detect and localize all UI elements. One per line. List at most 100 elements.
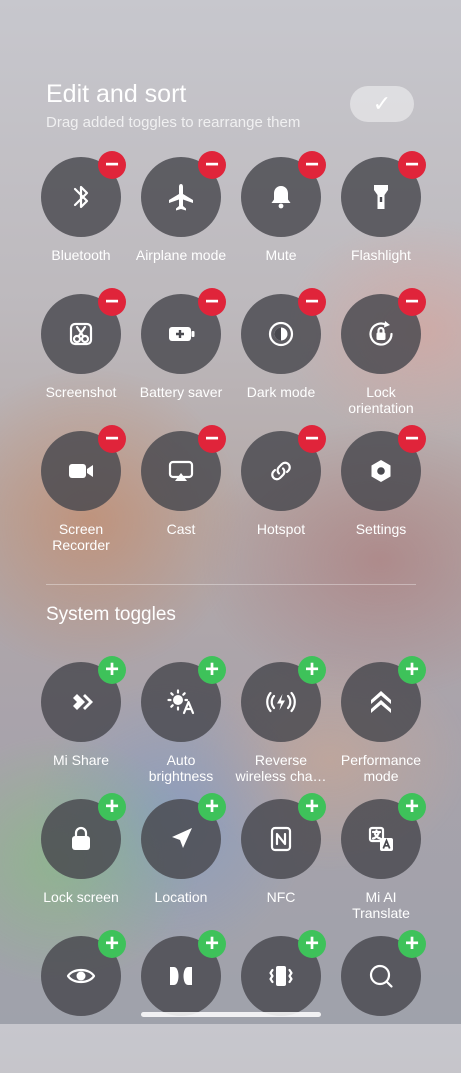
- toggle-tile[interactable]: + NFC: [231, 793, 331, 936]
- remove-toggle-button[interactable]: −: [398, 288, 426, 316]
- toggle-label: Hotspot: [256, 521, 306, 537]
- add-toggle-button[interactable]: +: [198, 930, 226, 958]
- toggle-label: Bluetooth: [51, 247, 111, 263]
- remove-toggle-button[interactable]: −: [398, 151, 426, 179]
- toggle-tile[interactable]: − Cast: [131, 425, 231, 568]
- toggle-label: Mute: [265, 247, 297, 263]
- scissors-icon: [69, 322, 93, 346]
- toggle-label: Mi Share: [52, 752, 110, 768]
- eye-icon: [66, 968, 96, 984]
- battery-icon: [169, 327, 195, 341]
- system-toggles-title: System toggles: [46, 604, 176, 625]
- flashlight-icon: [374, 185, 388, 209]
- toggle-tile[interactable]: − Settings: [331, 425, 431, 568]
- page-subtitle: Drag added toggles to rearrange them: [46, 114, 301, 131]
- toggle-label: Screenshot: [45, 384, 117, 400]
- toggle-label: Lock screen: [43, 889, 119, 905]
- toggle-label: Performance mode: [340, 752, 422, 784]
- translate-icon: [368, 826, 393, 851]
- toggle-label: Airplane mode: [135, 247, 227, 263]
- toggle-tile[interactable]: +: [331, 930, 431, 1073]
- toggle-tile[interactable]: − Bluetooth: [31, 151, 131, 294]
- cast-icon: [168, 460, 194, 481]
- bell-icon: [271, 186, 291, 209]
- toggle-label: Mi AI Translate: [352, 889, 410, 921]
- toggle-tile[interactable]: +: [231, 930, 331, 1073]
- wireless-charge-icon: [266, 691, 296, 713]
- toggle-tile[interactable]: + Auto brightness: [131, 656, 231, 799]
- check-icon: ✓: [372, 91, 392, 116]
- add-toggle-button[interactable]: +: [98, 656, 126, 684]
- toggle-label: Reverse wireless cha…: [235, 752, 327, 784]
- toggle-tile[interactable]: − Airplane mode: [131, 151, 231, 294]
- toggle-tile[interactable]: + Performance mode: [331, 656, 431, 799]
- rotation-lock-icon: [369, 321, 393, 346]
- toggle-label: Screen Recorder: [52, 521, 110, 553]
- add-toggle-button[interactable]: +: [298, 656, 326, 684]
- toggle-label: NFC: [266, 889, 296, 905]
- dark-mode-icon: [268, 321, 294, 347]
- search-icon: [369, 964, 393, 988]
- toggle-tile[interactable]: − Screen Recorder: [31, 425, 131, 568]
- toggle-tile[interactable]: + Reverse wireless cha…: [231, 656, 331, 799]
- toggle-tile[interactable]: − Battery saver: [131, 288, 231, 431]
- toggle-label: Settings: [355, 521, 407, 537]
- toggle-tile[interactable]: + Lock screen: [31, 793, 131, 936]
- toggle-label: Battery saver: [139, 384, 223, 400]
- toggle-tile[interactable]: + Mi Share: [31, 656, 131, 799]
- page-title: Edit and sort: [46, 80, 187, 108]
- add-toggle-button[interactable]: +: [198, 793, 226, 821]
- add-toggle-button[interactable]: +: [298, 930, 326, 958]
- added-toggles-grid: − Bluetooth − Airplane mode − Mute − Flashlight…: [31, 151, 431, 568]
- location-arrow-icon: [172, 828, 192, 848]
- add-toggle-button[interactable]: +: [398, 656, 426, 684]
- add-toggle-button[interactable]: +: [398, 930, 426, 958]
- toggle-tile[interactable]: + Mi AI Translate: [331, 793, 431, 936]
- toggle-tile[interactable]: − Dark mode: [231, 288, 331, 431]
- toggle-tile[interactable]: − Lock orientation: [331, 288, 431, 431]
- add-toggle-button[interactable]: +: [98, 930, 126, 958]
- toggle-tile[interactable]: +: [131, 930, 231, 1073]
- dolby-icon: [170, 967, 192, 985]
- section-divider: [46, 584, 416, 585]
- remove-toggle-button[interactable]: −: [98, 288, 126, 316]
- remove-toggle-button[interactable]: −: [298, 151, 326, 179]
- airplane-icon: [169, 184, 193, 211]
- remove-toggle-button[interactable]: −: [198, 425, 226, 453]
- lock-icon: [72, 826, 90, 850]
- toggle-tile[interactable]: − Flashlight: [331, 151, 431, 294]
- home-indicator[interactable]: [141, 1012, 321, 1017]
- remove-toggle-button[interactable]: −: [398, 425, 426, 453]
- chevrons-up-icon: [371, 691, 391, 713]
- remove-toggle-button[interactable]: −: [198, 288, 226, 316]
- add-toggle-button[interactable]: +: [298, 793, 326, 821]
- remove-toggle-button[interactable]: −: [98, 425, 126, 453]
- link-icon: [271, 461, 291, 481]
- toggle-label: Auto brightness: [148, 752, 214, 784]
- toggle-tile[interactable]: +: [31, 930, 131, 1073]
- remove-toggle-button[interactable]: −: [298, 425, 326, 453]
- remove-toggle-button[interactable]: −: [198, 151, 226, 179]
- toggle-label: Dark mode: [246, 384, 316, 400]
- add-toggle-button[interactable]: +: [398, 793, 426, 821]
- done-button[interactable]: ✓: [350, 86, 414, 122]
- bluetooth-icon: [73, 185, 89, 209]
- video-camera-icon: [69, 464, 93, 478]
- toggle-tile[interactable]: + Location: [131, 793, 231, 936]
- toggle-tile[interactable]: − Screenshot: [31, 288, 131, 431]
- nfc-icon: [270, 826, 292, 852]
- remove-toggle-button[interactable]: −: [98, 151, 126, 179]
- toggle-tile[interactable]: − Hotspot: [231, 425, 331, 568]
- toggle-label: Cast: [166, 521, 196, 537]
- auto-brightness-icon: [167, 689, 195, 715]
- toggle-tile[interactable]: − Mute: [231, 151, 331, 294]
- toggle-label: Location: [154, 889, 208, 905]
- mi-share-icon: [73, 694, 93, 710]
- toggle-label: Flashlight: [351, 247, 411, 263]
- add-toggle-button[interactable]: +: [98, 793, 126, 821]
- remove-toggle-button[interactable]: −: [298, 288, 326, 316]
- vibrate-icon: [269, 966, 293, 986]
- settings-icon: [371, 460, 391, 482]
- toggle-label: Lock orientation: [348, 384, 414, 416]
- add-toggle-button[interactable]: +: [198, 656, 226, 684]
